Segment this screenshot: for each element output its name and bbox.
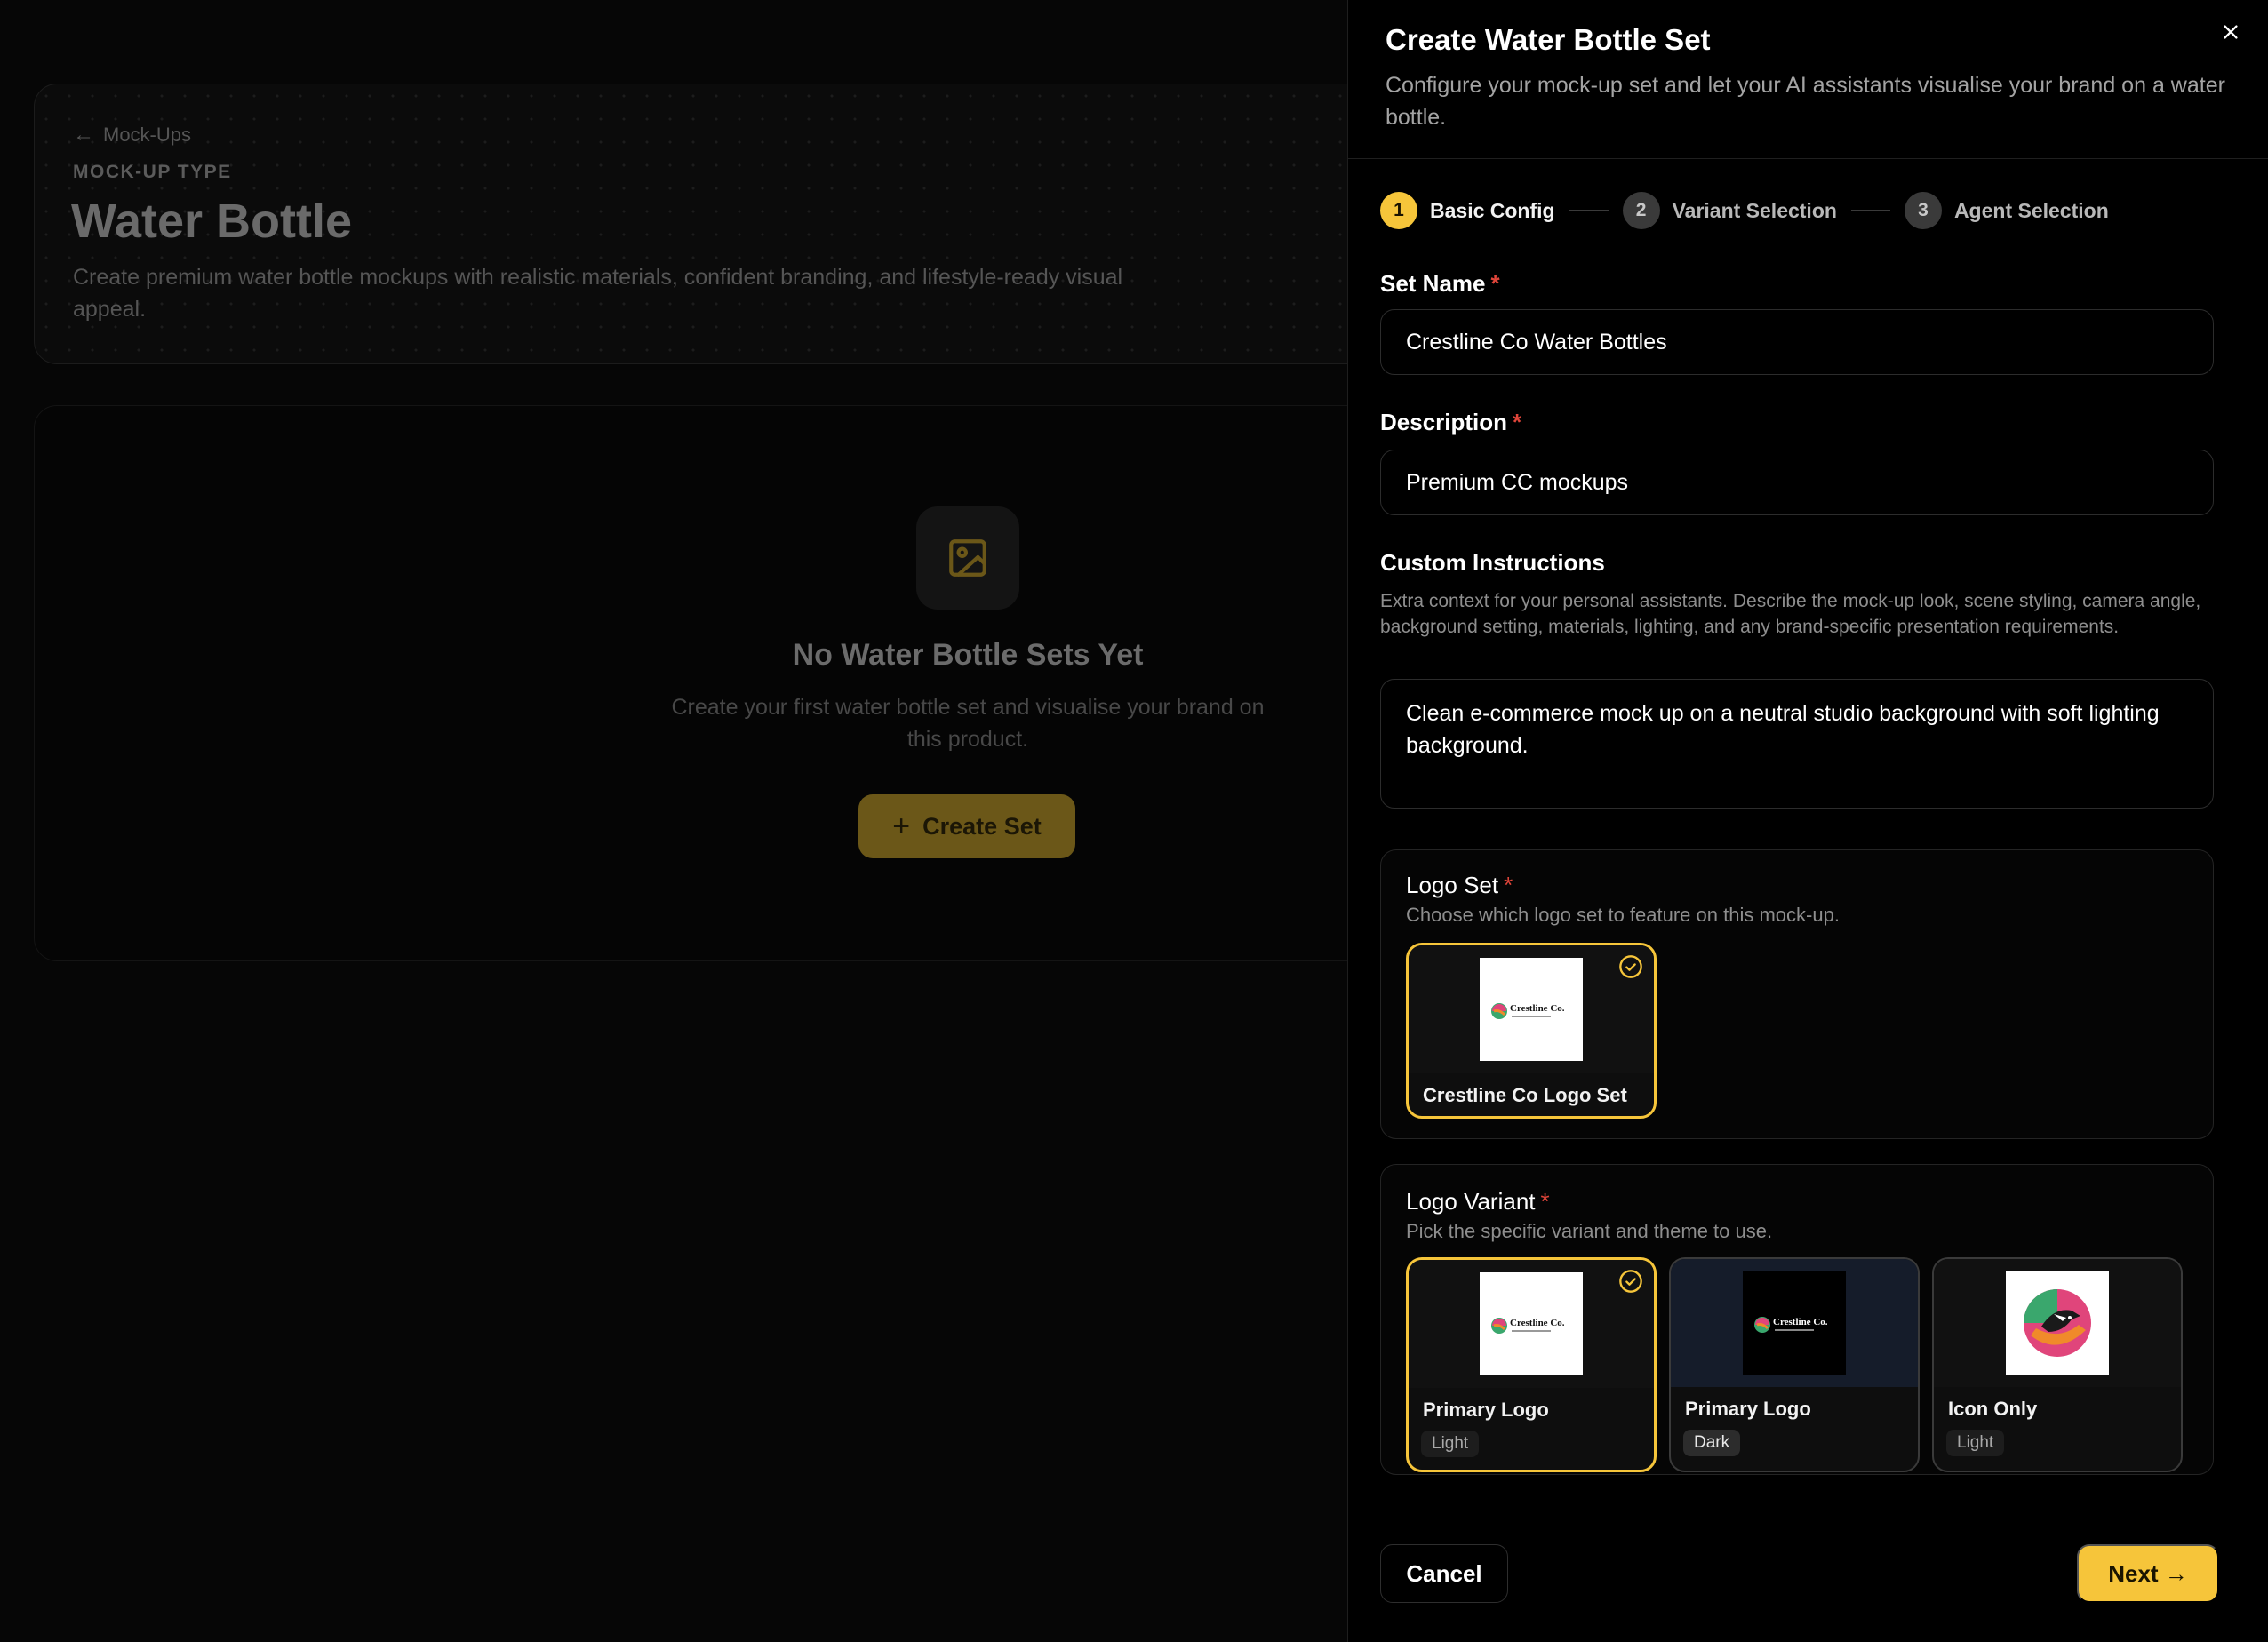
logo-thumbnail: Crestline Co.	[1743, 1271, 1846, 1375]
step-number: 2	[1622, 192, 1660, 229]
check-circle-icon	[1619, 955, 1642, 978]
logo-set-title-text: Logo Set	[1406, 872, 1499, 898]
crestline-icon-logo	[2024, 1289, 2091, 1357]
required-asterisk: *	[1490, 270, 1500, 297]
logo-variant-panel: Logo Variant * Pick the specific variant …	[1380, 1164, 2214, 1475]
mockup-type-eyebrow: MOCK-UP TYPE	[73, 162, 232, 182]
step-connector	[1569, 210, 1609, 211]
logo-variant-title: Logo Variant *	[1406, 1188, 1550, 1216]
logo-variant-primary-dark[interactable]: Crestline Co. Primary Logo Dark	[1669, 1257, 1920, 1472]
logo-thumb-area	[1934, 1259, 2181, 1387]
step-variant-selection[interactable]: 2 Variant Selection	[1622, 192, 1837, 229]
step-number: 1	[1380, 192, 1418, 229]
logo-thumbnail	[2006, 1271, 2109, 1375]
cancel-button[interactable]: Cancel	[1380, 1544, 1508, 1603]
variant-theme-badge: Dark	[1683, 1430, 1741, 1456]
variant-theme-badge: Light	[1421, 1431, 1480, 1457]
logo-set-panel: Logo Set * Choose which logo set to featu…	[1380, 849, 2214, 1139]
step-connector	[1850, 210, 1890, 211]
set-name-input[interactable]: Crestline Co Water Bottles	[1380, 309, 2214, 375]
step-label: Agent Selection	[1953, 198, 2109, 222]
page-title: Water Bottle	[71, 195, 353, 248]
logo-thumbnail: Crestline Co.	[1480, 1272, 1583, 1375]
logo-thumb-area: Crestline Co.	[1409, 1260, 1654, 1388]
check-circle-icon	[1619, 1270, 1642, 1293]
set-name-label-text: Set Name	[1380, 270, 1486, 297]
step-label: Variant Selection	[1672, 198, 1837, 222]
variant-theme-badge: Light	[1946, 1430, 2005, 1456]
drawer-title: Create Water Bottle Set	[1386, 23, 1711, 56]
logo-variant-help: Pick the specific variant and theme to u…	[1406, 1220, 1773, 1242]
create-set-label: Create Set	[922, 812, 1042, 840]
back-link[interactable]: ← Mock-Ups	[73, 123, 191, 147]
required-asterisk: *	[1513, 409, 1522, 435]
step-label: Basic Config	[1430, 198, 1555, 222]
custom-instructions-help: Extra context for your personal assistan…	[1380, 591, 2201, 637]
step-number: 3	[1904, 192, 1942, 229]
logo-wordmark: Crestline Co.	[1773, 1317, 1828, 1327]
custom-instructions-textarea[interactable]: Clean e-commerce mock up on a neutral st…	[1380, 679, 2214, 809]
empty-state-card	[34, 405, 1420, 961]
crestline-logo: Crestline Co.	[1491, 1318, 1565, 1334]
custom-instructions-value: Clean e-commerce mock up on a neutral st…	[1406, 701, 2160, 758]
create-set-button[interactable]: + Create Set	[858, 794, 1075, 858]
create-set-drawer: Create Water Bottle Set Configure your m…	[1347, 0, 2268, 1642]
crestline-logo: Crestline Co.	[1754, 1317, 1828, 1333]
step-agent-selection[interactable]: 3 Agent Selection	[1904, 192, 2109, 229]
close-icon	[2224, 25, 2238, 39]
empty-state-icon-wrap	[916, 506, 1019, 610]
set-name-label: Set Name *	[1380, 270, 1500, 298]
description-label-text: Description	[1380, 409, 1508, 435]
next-button[interactable]: Next →	[2077, 1544, 2219, 1603]
required-asterisk: *	[1540, 1188, 1550, 1215]
step-basic-config[interactable]: 1 Basic Config	[1380, 192, 1555, 229]
back-link-label: Mock-Ups	[103, 124, 192, 146]
page-description: Create premium water bottle mockups with…	[73, 265, 1123, 322]
logo-set-title: Logo Set *	[1406, 872, 1513, 899]
set-name-value: Crestline Co Water Bottles	[1406, 329, 1667, 355]
image-icon	[949, 539, 986, 577]
close-button[interactable]	[2213, 14, 2248, 50]
logo-set-option-name: Crestline Co Logo Set	[1423, 1084, 1627, 1106]
background-page: ← Mock-Ups MOCK-UP TYPE Water Bottle Cre…	[0, 0, 1420, 1642]
logo-set-option-crestline[interactable]: Crestline Co. Crestline Co Logo Set	[1406, 943, 1657, 1119]
arrow-left-icon: ←	[73, 123, 94, 147]
logo-thumb-area: Crestline Co.	[1409, 945, 1654, 1073]
custom-instructions-label: Custom Instructions	[1380, 549, 1605, 576]
description-input[interactable]: Premium CC mockups	[1380, 450, 2214, 515]
description-value: Premium CC mockups	[1406, 469, 1629, 495]
logo-variant-primary-light[interactable]: Crestline Co. Primary Logo Light	[1406, 1257, 1657, 1472]
empty-state-description: Create your first water bottle set and v…	[671, 695, 1265, 752]
logo-variant-icon-only-light[interactable]: Icon Only Light	[1932, 1257, 2183, 1472]
drawer-subtitle: Configure your mock-up set and let your …	[1386, 73, 2225, 130]
stepper: 1 Basic Config 2 Variant Selection 3 Age…	[1380, 192, 2109, 229]
empty-state-title: No Water Bottle Sets Yet	[792, 638, 1144, 672]
plus-icon: +	[892, 809, 911, 843]
required-asterisk: *	[1504, 872, 1513, 898]
crestline-logo: Crestline Co.	[1491, 1003, 1565, 1019]
description-label: Description *	[1380, 409, 1521, 436]
logo-set-help: Choose which logo set to feature on this…	[1406, 904, 1840, 926]
logo-wordmark: Crestline Co.	[1510, 1318, 1565, 1328]
drawer-divider	[1348, 158, 2268, 159]
variant-name: Primary Logo	[1423, 1399, 1549, 1421]
logo-variant-title-text: Logo Variant	[1406, 1188, 1536, 1215]
variant-name: Primary Logo	[1685, 1398, 1811, 1420]
variant-name: Icon Only	[1948, 1398, 2038, 1420]
logo-thumbnail: Crestline Co.	[1480, 958, 1583, 1061]
logo-thumb-area: Crestline Co.	[1671, 1259, 1918, 1387]
logo-wordmark: Crestline Co.	[1510, 1003, 1565, 1014]
